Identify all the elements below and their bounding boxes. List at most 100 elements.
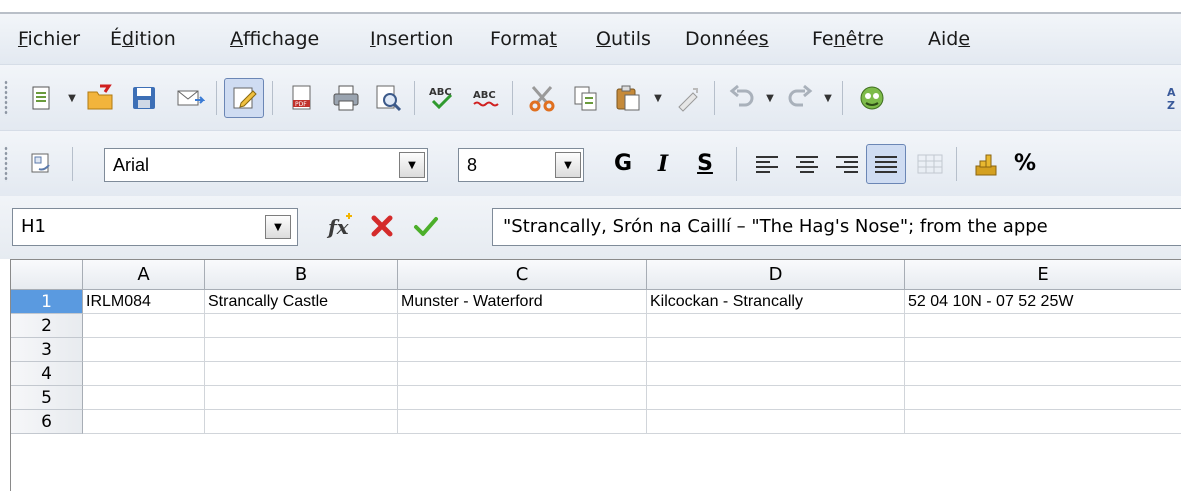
column-header-a[interactable]: A <box>83 260 205 290</box>
empty-cell[interactable] <box>83 362 205 386</box>
empty-cell[interactable] <box>83 314 205 338</box>
empty-cell[interactable] <box>647 410 905 434</box>
cell-e1[interactable]: 52 04 10N - 07 52 25W <box>905 290 1181 314</box>
empty-cell[interactable] <box>647 314 905 338</box>
cell-d1[interactable]: Kilcockan - Strancally <box>647 290 905 314</box>
bold-button[interactable]: G <box>608 144 638 184</box>
copy-icon[interactable] <box>566 78 606 118</box>
menu-fenetre[interactable]: Fenêtre <box>812 14 884 64</box>
toolbar-grip-icon[interactable] <box>4 80 8 116</box>
name-box[interactable]: H1 ▼ <box>12 208 298 246</box>
empty-cell[interactable] <box>905 386 1181 410</box>
svg-text:fx: fx <box>326 215 350 239</box>
row-header-4[interactable]: 4 <box>11 362 83 386</box>
spellcheck-icon[interactable]: ABC <box>422 78 462 118</box>
percent-format-button[interactable]: % <box>1012 144 1038 184</box>
export-pdf-icon[interactable]: PDF <box>282 78 322 118</box>
new-document-icon[interactable] <box>22 78 62 118</box>
name-box-dropdown-icon[interactable]: ▼ <box>265 215 291 239</box>
justify-icon[interactable] <box>866 144 906 184</box>
cancel-icon[interactable] <box>362 206 402 246</box>
empty-cell[interactable] <box>905 362 1181 386</box>
column-header-d[interactable]: D <box>647 260 905 290</box>
column-header-c[interactable]: C <box>398 260 647 290</box>
toolbar-separator <box>414 81 415 115</box>
toolbar-separator <box>956 147 957 181</box>
align-right-icon[interactable] <box>832 149 862 179</box>
page-preview-icon[interactable] <box>368 78 408 118</box>
align-center-icon[interactable] <box>792 149 822 179</box>
sort-icon[interactable]: AZ <box>1150 78 1181 118</box>
print-icon[interactable] <box>326 78 366 118</box>
function-wizard-icon[interactable]: fx <box>320 206 360 246</box>
align-left-icon[interactable] <box>752 149 782 179</box>
undo-icon[interactable] <box>722 78 762 118</box>
menu-fichier[interactable]: Fichier <box>18 14 80 64</box>
formula-input[interactable]: "Strancally, Srón na Caillí – "The Hag's… <box>492 208 1181 246</box>
row-header-2[interactable]: 2 <box>11 314 83 338</box>
font-size-dropdown-icon[interactable]: ▼ <box>555 152 581 178</box>
cell-a1[interactable]: IRLM084 <box>83 290 205 314</box>
empty-cell[interactable] <box>205 338 398 362</box>
cell-b1[interactable]: Strancally Castle <box>205 290 398 314</box>
accept-icon[interactable] <box>406 206 446 246</box>
row-header-1[interactable]: 1 <box>11 290 83 314</box>
empty-cell[interactable] <box>205 362 398 386</box>
empty-cell[interactable] <box>205 410 398 434</box>
navigator-icon[interactable] <box>852 78 892 118</box>
styles-icon[interactable] <box>22 144 62 184</box>
paste-dropdown-arrow-icon[interactable]: ▼ <box>652 93 664 104</box>
italic-button[interactable]: I <box>648 144 678 184</box>
undo-dropdown-arrow-icon[interactable]: ▼ <box>764 93 776 104</box>
empty-cell[interactable] <box>647 386 905 410</box>
empty-cell[interactable] <box>83 386 205 410</box>
empty-cell[interactable] <box>905 410 1181 434</box>
empty-cell[interactable] <box>647 338 905 362</box>
edit-mode-icon[interactable] <box>224 78 264 118</box>
empty-cell[interactable] <box>398 314 647 338</box>
formatting-toolbar: Arial ▼ 8 ▼ G I S % <box>0 130 1181 198</box>
cut-icon[interactable] <box>522 78 562 118</box>
empty-cell[interactable] <box>905 338 1181 362</box>
empty-cell[interactable] <box>647 362 905 386</box>
column-header-b[interactable]: B <box>205 260 398 290</box>
empty-cell[interactable] <box>398 410 647 434</box>
cell-c1[interactable]: Munster - Waterford <box>398 290 647 314</box>
empty-cell[interactable] <box>398 338 647 362</box>
menu-insertion[interactable]: Insertion <box>370 14 453 64</box>
redo-dropdown-arrow-icon[interactable]: ▼ <box>822 93 834 104</box>
clone-format-icon[interactable] <box>668 78 708 118</box>
email-icon[interactable] <box>170 78 210 118</box>
paste-icon[interactable] <box>608 78 648 118</box>
empty-cell[interactable] <box>398 386 647 410</box>
row-header-6[interactable]: 6 <box>11 410 83 434</box>
empty-cell[interactable] <box>398 362 647 386</box>
font-name-combobox[interactable]: Arial ▼ <box>104 148 428 182</box>
empty-cell[interactable] <box>83 410 205 434</box>
autospellcheck-icon[interactable]: ABC <box>466 78 506 118</box>
empty-cell[interactable] <box>205 386 398 410</box>
open-folder-icon[interactable] <box>80 78 120 118</box>
menu-format[interactable]: Format <box>490 14 557 64</box>
menu-edition[interactable]: Édition <box>110 14 176 64</box>
menu-aide[interactable]: Aide <box>928 14 970 64</box>
toolbar-grip-icon[interactable] <box>4 146 8 182</box>
row-header-3[interactable]: 3 <box>11 338 83 362</box>
font-name-dropdown-icon[interactable]: ▼ <box>399 152 425 178</box>
empty-cell[interactable] <box>205 314 398 338</box>
menu-donnees[interactable]: Données <box>685 14 769 64</box>
save-icon[interactable] <box>124 78 164 118</box>
font-size-combobox[interactable]: 8 ▼ <box>458 148 584 182</box>
menu-outils[interactable]: Outils <box>596 14 651 64</box>
new-dropdown-arrow-icon[interactable]: ▼ <box>66 93 78 104</box>
empty-cell[interactable] <box>905 314 1181 338</box>
row-header-5[interactable]: 5 <box>11 386 83 410</box>
currency-format-icon[interactable] <box>966 144 1006 184</box>
empty-cell[interactable] <box>83 338 205 362</box>
redo-icon[interactable] <box>780 78 820 118</box>
underline-button[interactable]: S <box>690 144 720 184</box>
select-all-corner[interactable] <box>11 260 83 290</box>
column-header-e[interactable]: E <box>905 260 1181 290</box>
menu-affichage[interactable]: Affichage <box>230 14 319 64</box>
merge-cells-icon[interactable] <box>910 144 950 184</box>
